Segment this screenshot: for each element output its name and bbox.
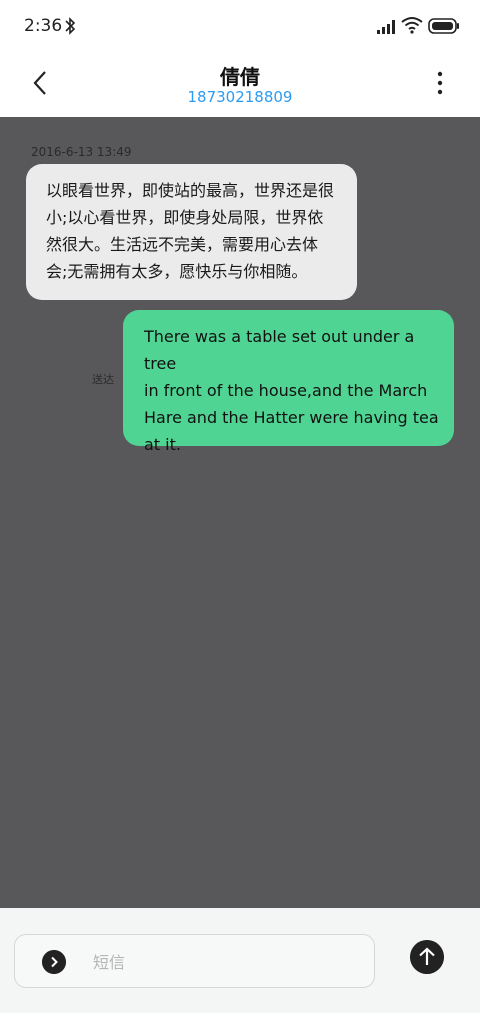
received-message-line: 然很大。生活远不完美，需要用心去体 bbox=[46, 235, 319, 254]
sent-message-line: at it. bbox=[144, 435, 181, 454]
message-input-box[interactable] bbox=[14, 934, 375, 988]
received-message-line: 小;以心看世界，即使身处局限，世界依 bbox=[46, 208, 324, 227]
contact-name: 倩倩 bbox=[220, 65, 260, 89]
message-timestamp: 2016-6-13 13:49 bbox=[31, 145, 132, 159]
bluetooth-icon bbox=[65, 17, 76, 35]
signal-icon bbox=[377, 20, 395, 34]
sms-input[interactable] bbox=[93, 949, 353, 975]
received-message-bubble[interactable]: 以眼看世界，即使站的最高，世界还是很 小;以心看世界，即使身处局限，世界依 然很… bbox=[26, 164, 357, 300]
sent-message-line: Hare and the Hatter were having tea bbox=[144, 408, 439, 427]
chevron-right-icon[interactable] bbox=[42, 950, 66, 974]
status-bar: 2:36 bbox=[0, 0, 480, 54]
sent-message-line: in front of the house,and the March bbox=[144, 381, 428, 400]
composer-bar bbox=[0, 908, 480, 1013]
more-vertical-icon[interactable] bbox=[428, 68, 452, 98]
battery-icon bbox=[428, 18, 459, 34]
sent-message-bubble[interactable]: There was a table set out under a tree i… bbox=[123, 310, 454, 454]
delivery-status: 送达 bbox=[92, 373, 114, 386]
status-time: 2:36 bbox=[24, 16, 63, 36]
received-message-line: 以眼看世界，即使站的最高，世界还是很 bbox=[46, 181, 335, 200]
wifi-icon bbox=[401, 17, 423, 34]
send-arrow-icon[interactable] bbox=[410, 940, 444, 974]
conversation-header: 倩倩 18730218809 bbox=[0, 54, 480, 117]
sent-message-line: There was a table set out under a tree bbox=[144, 327, 415, 373]
message-thread[interactable]: 2016-6-13 13:49 以眼看世界，即使站的最高，世界还是很 小;以心看… bbox=[0, 117, 480, 908]
contact-number[interactable]: 18730218809 bbox=[0, 88, 480, 106]
received-message-line: 会;无需拥有太多，愿快乐与你相随。 bbox=[46, 262, 308, 281]
